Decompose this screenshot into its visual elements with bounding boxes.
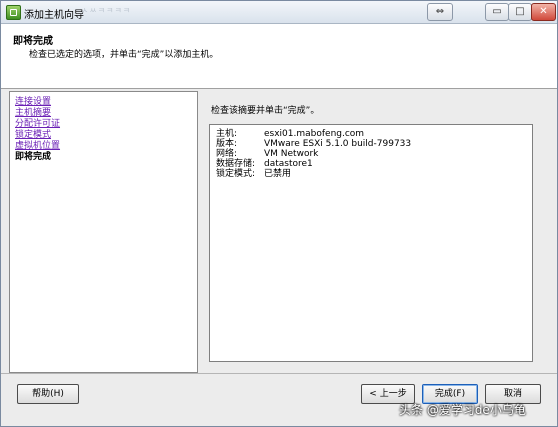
summary-value: datastore1: [264, 159, 313, 169]
help-button[interactable]: 帮助(H): [17, 384, 79, 404]
wizard-window: 添加主机向导 ㅅㅆㅋㅋㅋㅋ ⇔ ▭ □ ✕ 即将完成 检查已选定的选项，并单击“…: [0, 0, 558, 427]
nav-item-connection-settings[interactable]: 连接设置: [15, 97, 51, 108]
title-bar[interactable]: 添加主机向导 ㅅㅆㅋㅋㅋㅋ ⇔ ▭ □ ✕: [1, 1, 557, 24]
watermark: 头条 @爱学习de小乌龟: [399, 403, 526, 417]
summary-key: 锁定模式:: [216, 169, 256, 179]
nav-item-vm-location[interactable]: 虚拟机位置: [15, 141, 60, 152]
page-subtitle: 检查已选定的选项，并单击“完成”以添加主机。: [29, 50, 219, 60]
summary-value: VMware ESXi 5.1.0 build-799733: [264, 139, 412, 149]
app-icon: [6, 5, 21, 20]
summary-key: 网络:: [216, 149, 238, 159]
summary-box: 主机: esxi01.mabofeng.com 版本: VMware ESXi …: [209, 124, 533, 362]
nav-item-lockdown-mode[interactable]: 锁定模式: [15, 130, 51, 141]
footer-divider: [1, 373, 557, 374]
content-panel: 检查该摘要并单击“完成”。 主机: esxi01.mabofeng.com 版本…: [199, 91, 549, 371]
summary-key: 数据存储:: [216, 159, 256, 169]
minimize-button[interactable]: ▭: [485, 3, 509, 21]
maximize-button[interactable]: □: [508, 3, 532, 21]
wizard-steps-nav: 连接设置 主机摘要 分配许可证 锁定模式 虚拟机位置 即将完成: [9, 91, 198, 373]
nav-item-assign-license[interactable]: 分配许可证: [15, 119, 60, 130]
ghost-title-text: ㅅㅆㅋㅋㅋㅋ: [81, 6, 132, 15]
summary-value: 已禁用: [264, 169, 292, 179]
summary-value: esxi01.mabofeng.com: [264, 129, 365, 139]
nav-item-ready-to-complete: 即将完成: [15, 152, 52, 162]
nav-item-host-summary[interactable]: 主机摘要: [15, 108, 51, 119]
close-button[interactable]: ✕: [531, 3, 556, 21]
summary-prompt: 检查该摘要并单击“完成”。: [211, 106, 320, 116]
summary-value: VM Network: [264, 149, 319, 159]
swap-icon[interactable]: ⇔: [427, 3, 453, 21]
window-title: 添加主机向导: [24, 10, 84, 21]
summary-key: 版本:: [216, 139, 238, 149]
page-title: 即将完成: [13, 36, 53, 47]
wizard-header: 即将完成 检查已选定的选项，并单击“完成”以添加主机。: [1, 24, 557, 89]
summary-key: 主机:: [216, 129, 238, 139]
